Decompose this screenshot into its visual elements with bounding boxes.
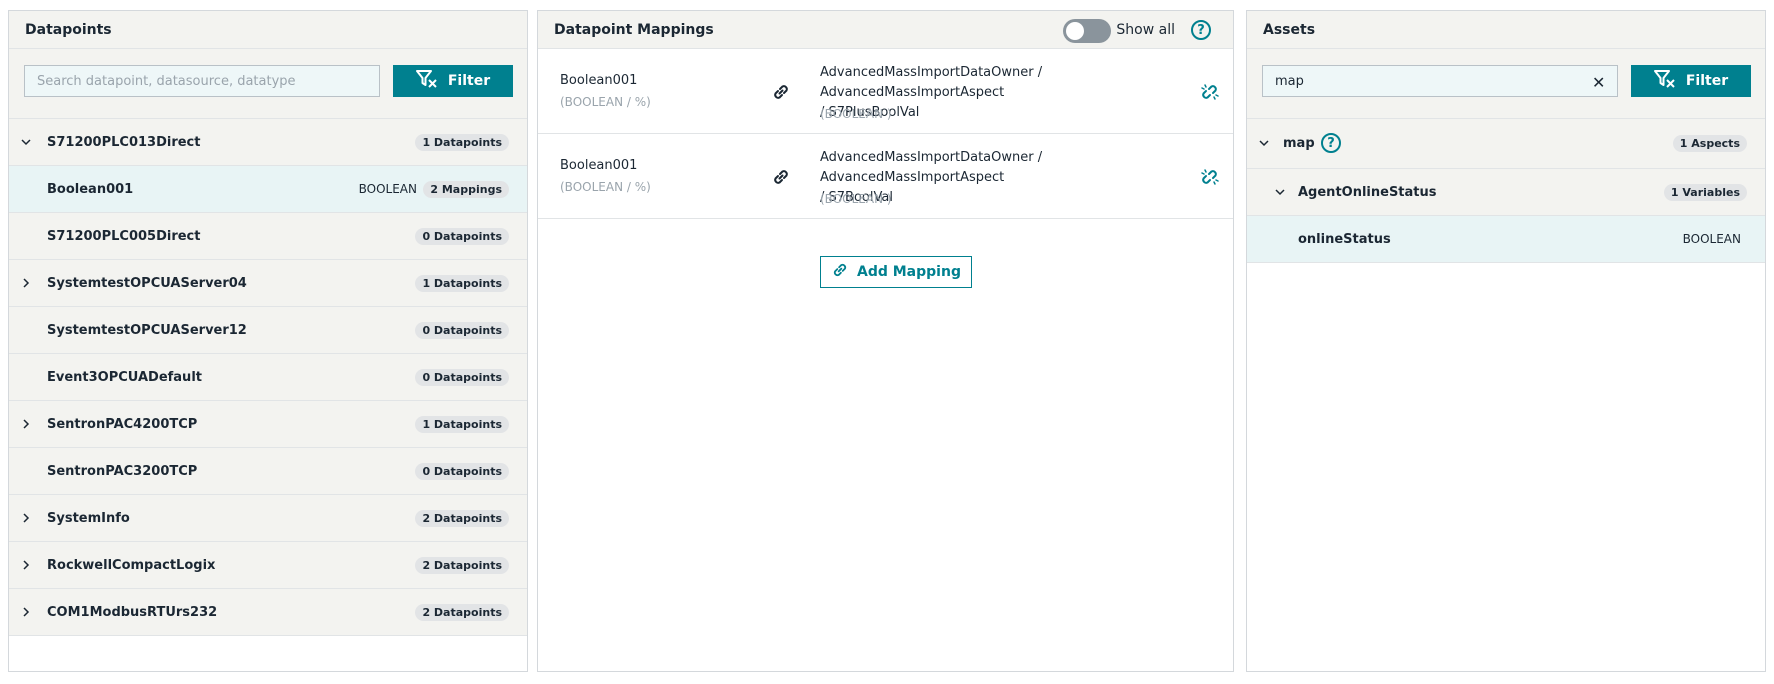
filter-icon [1653, 70, 1676, 92]
datasource-row[interactable]: S71200PLC005Direct 0 Datapoints [9, 213, 527, 260]
datapoint-search-input[interactable] [24, 65, 380, 97]
datasource-name: SystemInfo [47, 510, 130, 526]
datapoints-title: Datapoints [25, 21, 112, 38]
count-badge: 0 Datapoints [415, 227, 509, 245]
variables-badge: 1 Variables [1663, 183, 1747, 201]
chevron-right-icon[interactable] [21, 278, 31, 288]
asset-search-input[interactable] [1262, 65, 1618, 97]
count-badge: 0 Datapoints [415, 462, 509, 480]
datasource-row[interactable]: SystemInfo 2 Datapoints [9, 495, 527, 542]
filter-label: Filter [447, 73, 491, 89]
count-badge: 2 Datapoints [415, 509, 509, 527]
aspects-badge: 1 Aspects [1672, 135, 1747, 152]
mapping-datapoint-type: (BOOLEAN / %) [560, 95, 651, 109]
datasource-row[interactable]: COM1ModbusRTUrs232 2 Datapoints [9, 589, 527, 636]
datasource-name: S71200PLC013Direct [47, 134, 201, 150]
variable-name: onlineStatus [1298, 231, 1391, 247]
link-icon [771, 167, 791, 191]
asset-name: map [1283, 136, 1315, 151]
mapping-row: Boolean001 (BOOLEAN / %) AdvancedMassImp… [538, 49, 1233, 134]
datasource-row[interactable]: S71200PLC013Direct 1 Datapoints [9, 119, 527, 166]
asset-path-line: AdvancedMassImportDataOwner / AdvancedMa… [820, 65, 1043, 100]
mappings-panel: Datapoint Mappings Show all ? Boolean001… [537, 10, 1234, 672]
datasource-name: S71200PLC005Direct [47, 228, 201, 244]
datapoint-list: S71200PLC013Direct 1 Datapoints Boolean0… [9, 119, 527, 636]
datapoints-filter-button[interactable]: Filter [393, 65, 513, 97]
datasource-row[interactable]: SentronPAC4200TCP 1 Datapoints [9, 401, 527, 448]
asset-tree: map ? 1 Aspects AgentOnlineStatus 1 Vari… [1247, 119, 1765, 263]
datasource-row[interactable]: Event3OPCUADefault 0 Datapoints [9, 354, 527, 401]
help-icon[interactable]: ? [1191, 20, 1211, 40]
show-all-toggle[interactable] [1063, 19, 1111, 43]
count-badge: 2 Datapoints [415, 603, 509, 621]
datapoints-panel: Datapoints Filter S71200PLC013Direct 1 D… [8, 10, 528, 672]
count-badge: 0 Datapoints [415, 321, 509, 339]
filter-icon [415, 70, 438, 92]
unlink-icon[interactable] [1199, 167, 1221, 191]
chevron-down-icon[interactable] [1275, 187, 1285, 197]
mapping-asset-type: (BOOLEAN ) [820, 192, 892, 206]
chevron-down-icon[interactable] [1259, 139, 1269, 149]
asset-path-line: AdvancedMassImportDataOwner / AdvancedMa… [820, 150, 1043, 185]
mappings-title: Datapoint Mappings [554, 21, 714, 38]
datasource-name: SystemtestOPCUAServer04 [47, 275, 247, 291]
clear-search-icon[interactable]: ✕ [1592, 73, 1605, 92]
variable-row-selected[interactable]: onlineStatus BOOLEAN [1247, 216, 1765, 263]
mapping-row: Boolean001 (BOOLEAN / %) AdvancedMassImp… [538, 134, 1233, 219]
datapoints-header: Datapoints [9, 11, 527, 49]
aspect-row[interactable]: AgentOnlineStatus 1 Variables [1247, 169, 1765, 216]
datasource-name: SystemtestOPCUAServer12 [47, 322, 247, 338]
chevron-right-icon[interactable] [21, 419, 31, 429]
assets-panel: Assets ✕ Filter map ? 1 Aspects AgentOnl… [1246, 10, 1766, 672]
datasource-row[interactable]: SystemtestOPCUAServer04 1 Datapoints [9, 260, 527, 307]
datasource-name: Event3OPCUADefault [47, 369, 202, 385]
datapoint-row-selected[interactable]: Boolean001 BOOLEAN 2 Mappings [9, 166, 527, 213]
mapping-datapoint-name: Boolean001 [560, 73, 638, 88]
chevron-right-icon[interactable] [21, 513, 31, 523]
add-mapping-button[interactable]: Add Mapping [820, 256, 972, 288]
chevron-right-icon[interactable] [21, 560, 31, 570]
count-badge: 0 Datapoints [415, 368, 509, 386]
variable-type: BOOLEAN [1682, 232, 1741, 246]
datasource-name: COM1ModbusRTUrs232 [47, 604, 218, 620]
count-badge: 1 Datapoints [415, 133, 509, 151]
unlink-icon[interactable] [1199, 82, 1221, 106]
mappings-header: Datapoint Mappings Show all ? [538, 11, 1233, 49]
count-badge: 1 Datapoints [415, 415, 509, 433]
chevron-down-icon[interactable] [21, 137, 31, 147]
link-icon [831, 261, 849, 283]
datasource-name: SentronPAC4200TCP [47, 416, 198, 432]
datasource-row[interactable]: RockwellCompactLogix 2 Datapoints [9, 542, 527, 589]
assets-toolbar: ✕ Filter [1247, 49, 1765, 119]
datapoint-name: Boolean001 [47, 181, 134, 197]
show-all-label: Show all [1116, 22, 1175, 38]
count-badge: 1 Datapoints [415, 274, 509, 292]
add-mapping-label: Add Mapping [857, 264, 961, 280]
assets-header: Assets [1247, 11, 1765, 49]
mapping-datapoint-name: Boolean001 [560, 158, 638, 173]
help-icon[interactable]: ? [1321, 133, 1341, 153]
aspect-name: AgentOnlineStatus [1298, 184, 1437, 200]
datasource-name: RockwellCompactLogix [47, 557, 216, 573]
link-icon [771, 82, 791, 106]
count-badge: 2 Datapoints [415, 556, 509, 574]
datasource-name: SentronPAC3200TCP [47, 463, 198, 479]
datapoint-type: BOOLEAN [358, 182, 417, 196]
datasource-row[interactable]: SentronPAC3200TCP 0 Datapoints [9, 448, 527, 495]
chevron-right-icon[interactable] [21, 607, 31, 617]
mappings-badge: 2 Mappings [423, 180, 509, 198]
datasource-row[interactable]: SystemtestOPCUAServer12 0 Datapoints [9, 307, 527, 354]
datapoints-toolbar: Filter [9, 49, 527, 119]
filter-label: Filter [1685, 73, 1729, 89]
toggle-knob [1066, 22, 1084, 40]
assets-title: Assets [1263, 21, 1316, 38]
mapping-datapoint-type: (BOOLEAN / %) [560, 180, 651, 194]
asset-root-row[interactable]: map ? 1 Aspects [1247, 119, 1765, 169]
mapping-asset-type: (BOOLEAN ) [820, 107, 892, 121]
assets-filter-button[interactable]: Filter [1631, 65, 1751, 97]
